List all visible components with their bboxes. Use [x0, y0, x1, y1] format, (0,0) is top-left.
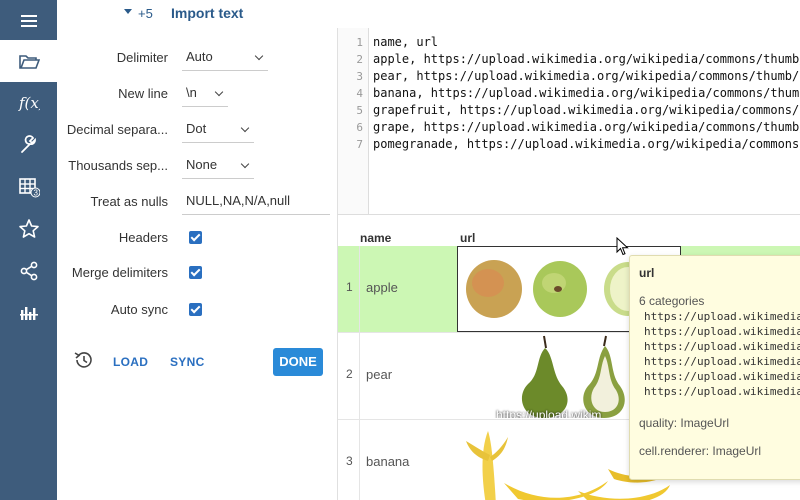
new-line-label: New line [118, 86, 168, 101]
wrench-icon[interactable] [0, 124, 57, 166]
line-number: 5 [356, 104, 363, 117]
chevron-down-icon [254, 51, 264, 61]
function-icon[interactable]: f(x) [0, 82, 57, 124]
history-icon[interactable] [73, 349, 95, 371]
sync-button[interactable]: SYNC [170, 355, 205, 369]
app-window: f(x) 3 +5 Import text Delimiter Auto New… [0, 0, 800, 500]
code-line: banana, https://upload.wikimedia.org/wik… [373, 86, 800, 100]
merge-delimiters-label: Merge delimiters [71, 265, 168, 280]
nulls-input[interactable]: NULL,NA,N/A,null [182, 189, 330, 215]
thousands-separator-value: None [186, 157, 218, 172]
row-divider [359, 246, 360, 333]
row-divider [359, 420, 360, 500]
collapse-caret-icon[interactable] [124, 9, 132, 14]
tooltip-categories: 6 categories [639, 294, 705, 308]
new-line-select[interactable]: \n [182, 81, 228, 107]
expand-count[interactable]: +5 [138, 6, 153, 21]
folder-open-icon[interactable] [0, 40, 57, 82]
decimal-separator-label: Decimal separa... [66, 122, 168, 137]
tables-count-badge: 3 [33, 189, 38, 198]
merge-delimiters-checkbox[interactable] [189, 266, 202, 279]
tooltip-renderer: cell.renderer: ImageUrl [639, 444, 762, 458]
row-divider [359, 333, 360, 420]
line-number: 6 [356, 121, 363, 134]
delimiter-value: Auto [186, 49, 213, 64]
headers-checkbox[interactable] [189, 231, 202, 244]
decimal-separator-select[interactable]: Dot [182, 117, 254, 143]
row-number: 2 [346, 367, 353, 381]
icon-sidebar: f(x) 3 [0, 0, 57, 500]
name-cell[interactable]: apple [366, 280, 398, 295]
new-line-value: \n [186, 85, 197, 100]
panel-header: +5 Import text [57, 0, 800, 28]
line-number: 1 [356, 36, 363, 49]
nulls-value: NULL,NA,N/A,null [186, 193, 291, 208]
row-number: 1 [346, 280, 353, 294]
load-button[interactable]: LOAD [113, 355, 148, 369]
delimiter-select[interactable]: Auto [182, 45, 268, 71]
tooltip-url: https://upload.wikimedia [644, 340, 800, 353]
delimiter-label: Delimiter [116, 50, 168, 65]
nulls-label: Treat as nulls [90, 194, 168, 209]
image-url-overlay: https://upload.wikim [496, 408, 602, 418]
tooltip-url: https://upload.wikimedia [644, 355, 800, 368]
svg-text:f(x): f(x) [18, 94, 40, 112]
line-number: 7 [356, 138, 363, 151]
table-icon[interactable]: 3 [0, 166, 57, 208]
code-line: pear, https://upload.wikimedia.org/wikip… [373, 69, 800, 83]
chevron-down-icon [240, 123, 250, 133]
headers-label: Headers [118, 230, 168, 245]
line-number: 4 [356, 87, 363, 100]
auto-sync-checkbox[interactable] [189, 303, 202, 316]
code-line: name, url [373, 35, 439, 49]
tooltip-url: https://upload.wikimedia [644, 325, 800, 338]
chevron-down-icon [214, 87, 224, 97]
mouse-cursor-icon [616, 237, 629, 256]
code-line: grape, https://upload.wikimedia.org/wiki… [373, 120, 800, 134]
row-number: 3 [346, 454, 353, 468]
name-cell[interactable]: pear [366, 367, 392, 382]
tooltip-url: https://upload.wikimedia [644, 310, 800, 323]
page-title: Import text [171, 5, 244, 21]
column-header-url[interactable]: url [460, 231, 475, 245]
chevron-down-icon [240, 159, 250, 169]
line-number: 3 [356, 70, 363, 83]
name-cell[interactable]: banana [366, 454, 409, 469]
line-number-gutter: 1 2 3 4 5 6 7 [338, 28, 369, 214]
thousands-separator-label: Thousands sep... [68, 158, 168, 173]
menu-icon[interactable] [0, 0, 57, 42]
code-line: grapefruit, https://upload.wikimedia.org… [373, 103, 800, 117]
decimal-separator-value: Dot [186, 121, 207, 136]
thousands-separator-select[interactable]: None [182, 153, 254, 179]
tooltip-quality: quality: ImageUrl [639, 416, 730, 430]
auto-sync-label: Auto sync [110, 302, 168, 317]
chart-bars-icon[interactable] [0, 292, 57, 334]
share-icon[interactable] [0, 250, 57, 292]
text-editor[interactable]: 1 2 3 4 5 6 7 name, url apple, https://u… [337, 28, 800, 214]
column-tooltip: url 6 categories https://upload.wikimedi… [629, 255, 800, 480]
tooltip-title: url [639, 266, 655, 280]
tooltip-url: https://upload.wikimedia [644, 370, 800, 383]
star-icon[interactable] [0, 208, 57, 250]
done-button[interactable]: DONE [273, 348, 323, 376]
code-line: pomegranade, https://upload.wikimedia.or… [373, 137, 800, 151]
line-number: 2 [356, 53, 363, 66]
code-line: apple, https://upload.wikimedia.org/wiki… [373, 52, 800, 66]
tooltip-url: https://upload.wikimedia [644, 385, 800, 398]
column-header-name[interactable]: name [360, 231, 391, 245]
